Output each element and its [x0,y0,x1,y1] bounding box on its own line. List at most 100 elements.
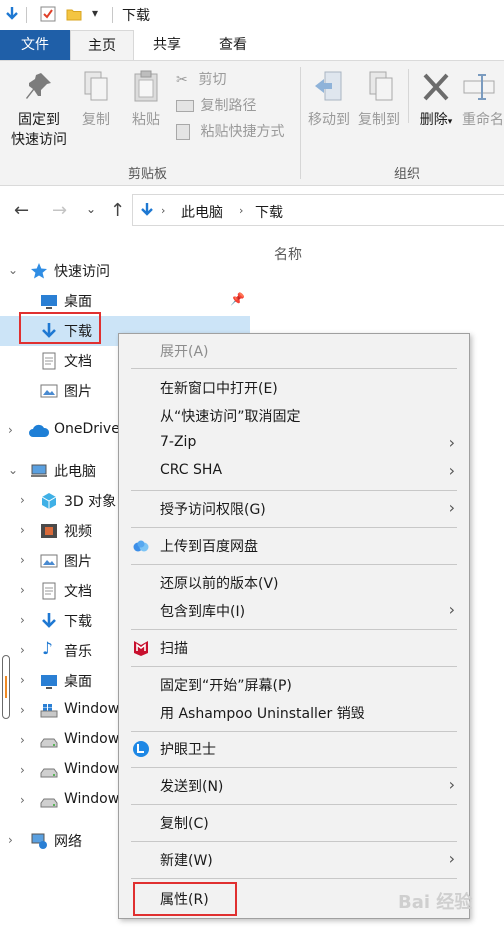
copy-path-button[interactable]: 复制路径 [176,95,256,115]
paste-shortcut-button[interactable]: 粘贴快捷方式 [176,121,284,141]
chevron-down-icon[interactable]: ⌄ [8,463,18,477]
customize-toolbar-icon[interactable]: ▾ [92,6,98,20]
menu-item-send-to[interactable]: 发送到(N) › [119,772,469,800]
menu-item-label: 复制(C) [160,816,209,832]
menu-item-pin-start[interactable]: 固定到“开始”屏幕(P) [119,671,469,699]
submenu-arrow-icon: › [448,433,455,452]
menu-item-eye-guard[interactable]: 护眼卫士 [119,735,469,763]
menu-item-unpin-quick-access[interactable]: 从“快速访问”取消固定 [119,402,469,430]
download-arrow-icon[interactable] [4,6,20,22]
chevron-right-icon[interactable]: › [20,523,25,537]
chevron-right-icon[interactable]: › [20,583,25,597]
new-folder-icon[interactable] [66,6,82,22]
tree-item-label: 音乐 [64,644,92,660]
chevron-right-icon[interactable]: › [20,553,25,567]
chevron-down-icon[interactable]: ⌄ [8,263,18,277]
menu-item-crc-sha[interactable]: CRC SHA › [119,458,469,486]
move-to-button[interactable]: 移动到 [304,69,354,129]
copy-to-button[interactable]: 复制到 [354,69,404,129]
tree-item-quick-access[interactable]: ⌄ 快速访问 [0,256,250,286]
tree-item-label: 网络 [54,834,82,850]
menu-item-7zip[interactable]: 7-Zip › [119,430,469,458]
document-icon [42,582,56,600]
menu-item-label: 用 Ashampoo Uninstaller 销毁 [160,706,365,722]
menu-separator [131,564,457,565]
chevron-right-icon[interactable]: › [20,493,25,507]
computer-icon [31,464,47,477]
picture-icon [40,554,58,568]
tab-file[interactable]: 文件 [0,30,70,60]
address-bar[interactable]: › 此电脑 › 下载 [132,194,504,226]
tab-home[interactable]: 主页 [70,30,134,60]
menu-item-scan[interactable]: 扫描 [119,634,469,662]
submenu-arrow-icon: › [448,461,455,480]
chevron-right-icon[interactable]: › [20,793,25,807]
recent-locations-chevron-icon[interactable]: ⌄ [86,202,96,216]
star-icon [31,263,47,279]
copy-to-label: 复制到 [358,112,400,128]
submenu-arrow-icon: › [448,600,455,619]
scrollbar-thumb[interactable] [5,676,7,698]
menu-item-expand[interactable]: 展开(A) [119,337,469,365]
drive-icon [40,738,58,748]
tree-item-label: Window [64,701,120,717]
chevron-down-icon: ▾ [447,117,453,127]
chevron-right-icon[interactable]: › [20,733,25,747]
menu-item-label: 护眼卫士 [160,742,216,758]
pinned-icon[interactable]: 📌 [230,292,245,306]
tree-item-label: 图片 [64,384,92,400]
pin-to-quick-access-button[interactable]: 固定到 快速访问 [4,69,74,149]
copy-button[interactable]: 复制 [76,69,116,129]
quick-access-separator [26,7,27,23]
chevron-right-icon[interactable]: › [20,763,25,777]
title-bar: ▾ 下载 [0,0,504,30]
paste-button[interactable]: 粘贴 [126,69,166,129]
paste-icon [134,70,158,102]
tree-item-label: 文档 [64,584,92,600]
menu-item-open-new-window[interactable]: 在新窗口中打开(E) [119,374,469,402]
tree-item-label: Window [64,791,120,807]
chevron-right-icon[interactable]: › [8,833,13,847]
properties-check-icon[interactable] [40,6,56,22]
column-header-name[interactable]: 名称 [274,244,302,264]
menu-separator [131,666,457,667]
chevron-right-icon[interactable]: › [20,703,25,717]
cloud-icon [29,424,50,437]
ribbon-group-separator [300,67,301,179]
menu-item-include-library[interactable]: 包含到库中(I) › [119,597,469,625]
highlight-box-properties [133,882,237,916]
rename-icon [463,74,495,100]
back-arrow-icon[interactable]: ← [14,200,29,221]
delete-button[interactable]: 删除▾ [414,69,458,129]
desktop-icon [41,675,57,689]
chevron-right-icon[interactable]: › [20,673,25,687]
breadcrumb-downloads[interactable]: 下载 [255,202,283,222]
pin-label-line2: 快速访问 [11,132,67,148]
menu-item-copy[interactable]: 复制(C) [119,809,469,837]
rename-button[interactable]: 重命名 [462,69,504,129]
menu-item-restore-versions[interactable]: 还原以前的版本(V) [119,569,469,597]
menu-item-grant-access[interactable]: 授予访问权限(G) › [119,495,469,523]
up-arrow-icon[interactable]: ↑ [110,200,125,221]
chevron-right-icon[interactable]: › [20,613,25,627]
menu-item-label: 授予访问权限(G) [160,502,266,518]
breadcrumb-this-pc[interactable]: 此电脑 [181,202,223,222]
scrollbar[interactable] [2,655,10,719]
chevron-right-icon[interactable]: › [20,643,25,657]
chevron-right-icon[interactable]: › [8,423,13,437]
menu-item-new[interactable]: 新建(W) › [119,846,469,874]
delete-x-icon [423,73,449,101]
menu-item-upload-baidu[interactable]: 上传到百度网盘 [119,532,469,560]
tab-share[interactable]: 共享 [134,30,200,60]
menu-separator [131,731,457,732]
menu-item-label: 上传到百度网盘 [160,539,258,555]
tab-view[interactable]: 查看 [200,30,266,60]
breadcrumb-chevron-icon[interactable]: › [161,204,165,217]
forward-arrow-icon[interactable]: → [52,200,67,221]
ribbon-tabs: 文件 主页 共享 查看 [0,30,504,60]
cut-button[interactable]: ✂ 剪切 [176,69,226,89]
network-icon [31,833,47,849]
breadcrumb-chevron-icon-2[interactable]: › [239,204,243,217]
menu-item-ashampoo-destroy[interactable]: 用 Ashampoo Uninstaller 销毁 [119,699,469,727]
navigation-bar: ← → ⌄ ↑ › 此电脑 › 下载 [0,186,504,234]
